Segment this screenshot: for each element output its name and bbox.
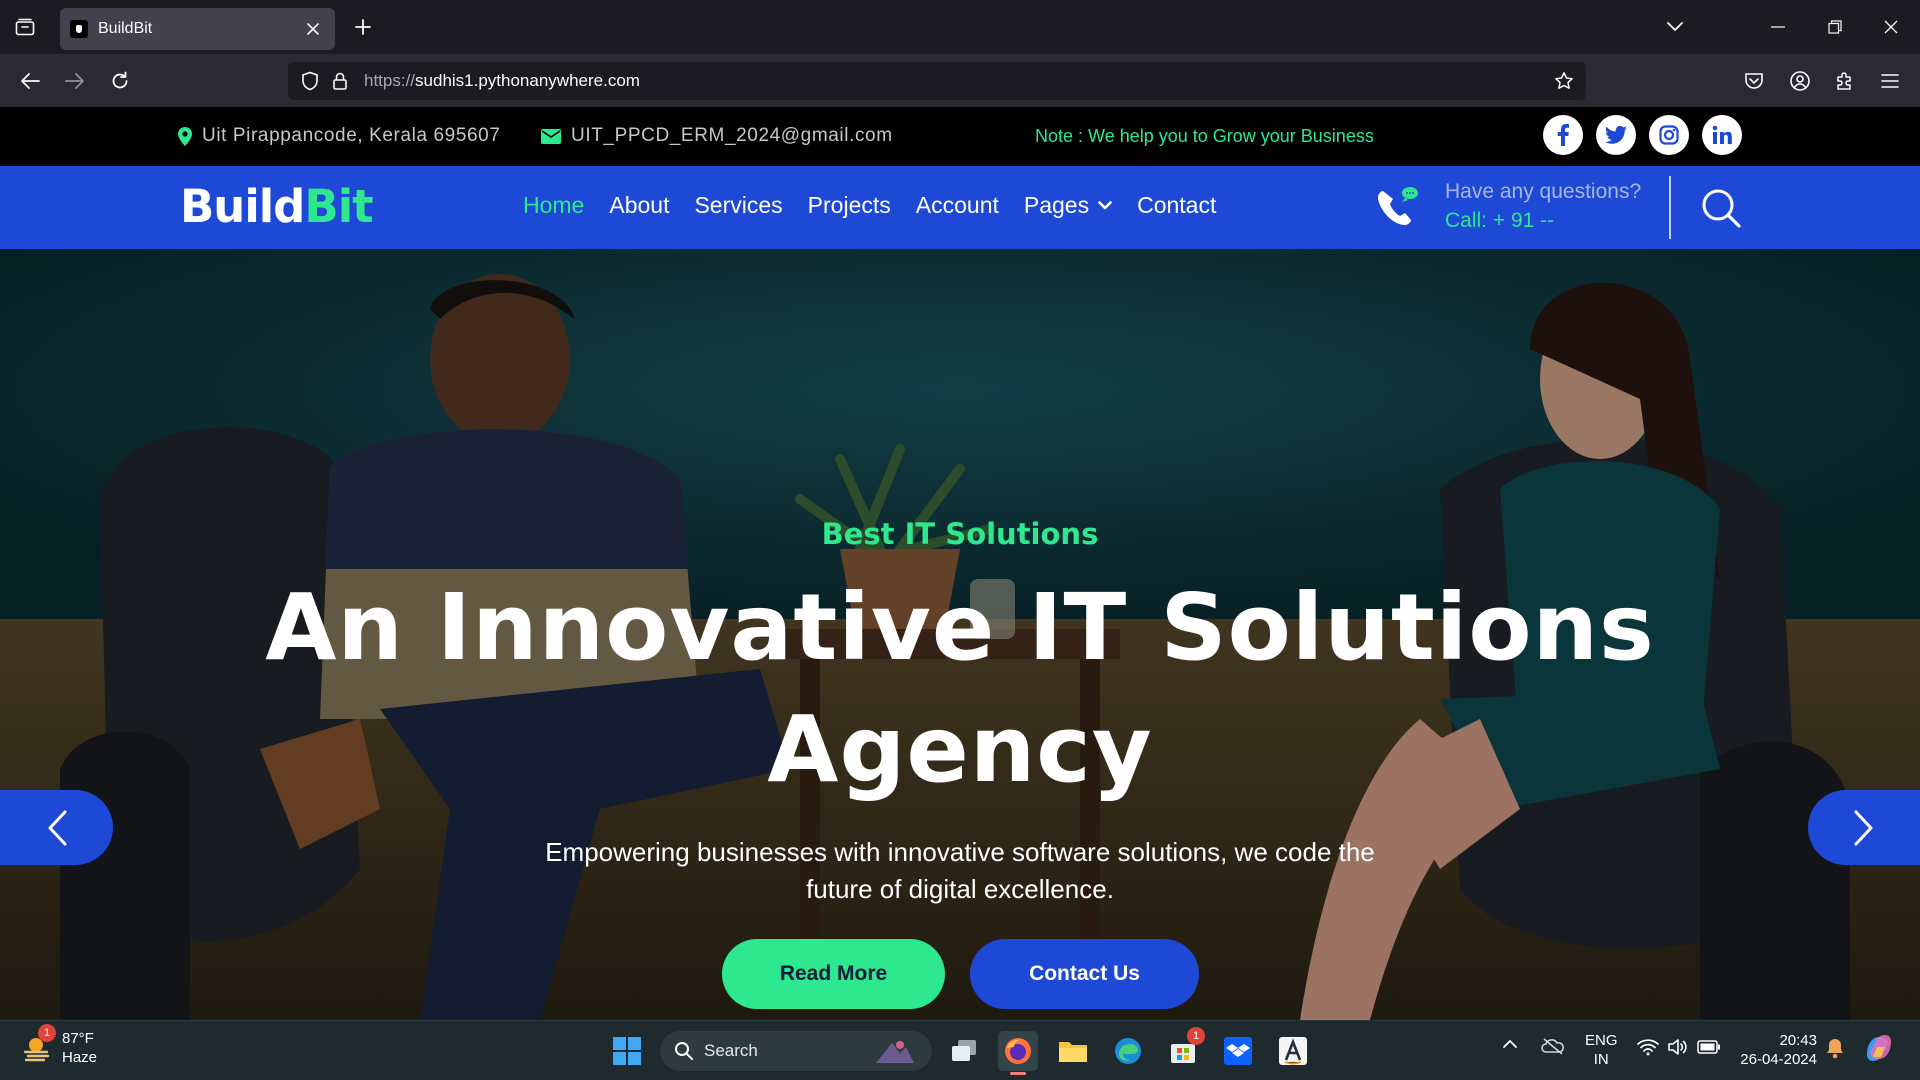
taskbar-search-label: Search [704,1041,758,1060]
system-clock[interactable]: 20:43 26-04-2024 [1735,1031,1817,1069]
search-icon[interactable] [1697,184,1745,232]
copilot-icon[interactable] [1863,1033,1895,1063]
contact-us-button[interactable]: Contact Us [970,939,1199,1009]
nav-home[interactable]: Home [523,192,584,219]
nav-pages-label: Pages [1023,192,1090,218]
address-info: Uit Pirappancode, Kerala 695607 [178,125,501,147]
nav-account[interactable]: Account [916,192,999,219]
nav-services[interactable]: Services [694,192,782,219]
chevron-left-icon [48,810,66,845]
microsoft-store-icon[interactable]: 1 [1163,1027,1205,1071]
email-info: UIT_PPCD_ERM_2024@gmail.com [541,125,893,147]
email-text[interactable]: UIT_PPCD_ERM_2024@gmail.com [571,125,893,147]
chevron-down-icon [1098,201,1112,210]
buildbit-logo[interactable]: BuildBit [180,180,374,233]
taskbar-search-box[interactable]: Search [660,1031,932,1071]
tracking-shield-icon[interactable] [296,67,324,95]
edge-browser-icon[interactable] [1108,1031,1148,1071]
clock-time: 20:43 [1779,1032,1817,1049]
nav-projects[interactable]: Projects [808,192,891,219]
store-badge: 1 [1187,1027,1205,1045]
tab-list-icon[interactable] [10,12,40,42]
map-pin-icon [178,126,192,146]
weather-text: 87°F Haze [54,1029,97,1067]
nav-divider [1669,176,1671,239]
new-tab-icon[interactable] [348,12,378,42]
input-language-code: ENG [1585,1032,1618,1049]
search-highlight-icon [876,1041,914,1063]
firefox-taskbar-icon[interactable] [998,1031,1038,1075]
extensions-puzzle-icon[interactable] [1828,64,1862,98]
address-text: Uit Pirappancode, Kerala 695607 [202,125,501,146]
chevron-right-icon [1854,810,1873,845]
weather-badge: 1 [38,1024,56,1042]
browser-tab[interactable]: BuildBit [60,8,335,50]
site-favicon-icon [70,20,88,38]
nav-pages[interactable]: Pages [1024,192,1112,219]
haze-weather-icon: 1 [22,1024,56,1064]
url-text: https://sudhis1.pythonanywhere.com [364,71,640,90]
tab-title: BuildBit [98,20,153,37]
hero-description: Empowering businesses with innovative so… [545,837,1375,904]
amazon-app-icon[interactable] [1273,1031,1313,1071]
browser-nav-bar: https://sudhis1.pythonanywhere.com [0,54,1920,107]
facebook-icon[interactable] [1543,115,1583,155]
app-menu-icon[interactable] [1873,64,1907,98]
nav-contact[interactable]: Contact [1137,192,1216,219]
clock-date: 26-04-2024 [1740,1051,1817,1068]
linkedin-icon[interactable] [1702,115,1742,155]
twitter-icon[interactable] [1596,115,1636,155]
restore-icon[interactable] [1812,10,1858,44]
notification-bell-icon[interactable] [1825,1037,1845,1059]
weather-temperature: 87°F [62,1030,94,1047]
search-icon [675,1042,693,1060]
back-arrow-icon[interactable] [13,64,47,98]
lock-icon[interactable] [326,67,354,95]
hero-title: An Innovative IT Solutions Agency [265,574,1655,803]
nav-menu: Home About Services Projects Account Pag… [523,192,1241,219]
show-hidden-icons-chevron-icon[interactable] [1502,1039,1518,1049]
pocket-icon[interactable] [1737,64,1771,98]
minimize-icon[interactable] [1755,10,1801,44]
active-app-indicator [1010,1072,1026,1075]
browser-tab-bar: BuildBit [0,0,1920,54]
battery-icon[interactable] [1697,1040,1721,1054]
dropbox-icon[interactable] [1218,1031,1258,1071]
task-view-icon[interactable] [944,1031,984,1071]
onedrive-offline-icon[interactable] [1541,1037,1565,1055]
envelope-icon [541,128,561,144]
input-language-region: IN [1593,1051,1609,1068]
forward-arrow-icon[interactable] [58,64,92,98]
carousel-next-button[interactable] [1808,790,1920,865]
tab-overflow-chevron-icon[interactable] [1652,10,1698,44]
call-number[interactable]: Call: + 91 -- [1445,209,1554,233]
bookmark-star-icon[interactable] [1550,67,1578,95]
volume-icon[interactable] [1667,1038,1687,1056]
carousel-prev-button[interactable] [0,790,113,865]
read-more-button[interactable]: Read More [722,939,945,1009]
site-main-nav: BuildBit Home About Services Projects Ac… [0,166,1920,249]
close-tab-icon[interactable] [301,17,325,41]
windows-start-icon[interactable] [607,1031,647,1071]
reload-icon[interactable] [103,64,137,98]
weather-condition: Haze [62,1049,98,1066]
file-explorer-icon[interactable] [1053,1031,1093,1071]
input-language[interactable]: ENG IN [1585,1031,1618,1069]
account-icon[interactable] [1783,64,1817,98]
wifi-icon[interactable] [1637,1038,1659,1056]
note-text: Note : We help you to Grow your Business [1035,126,1374,146]
windows-taskbar: 1 87°F Haze Search 1 ENG IN 20:43 26-04-… [0,1020,1920,1080]
hero-subtitle: Best IT Solutions [821,517,1099,551]
hero-carousel: Best IT Solutions An Innovative IT Solut… [0,249,1920,1020]
instagram-icon[interactable] [1649,115,1689,155]
url-bar[interactable]: https://sudhis1.pythonanywhere.com [288,62,1586,100]
close-window-icon[interactable] [1868,10,1914,44]
weather-widget[interactable]: 1 87°F Haze [22,1024,97,1067]
phone-chat-icon [1378,187,1418,225]
questions-text: Have any questions? [1445,180,1642,203]
nav-about[interactable]: About [609,192,669,219]
